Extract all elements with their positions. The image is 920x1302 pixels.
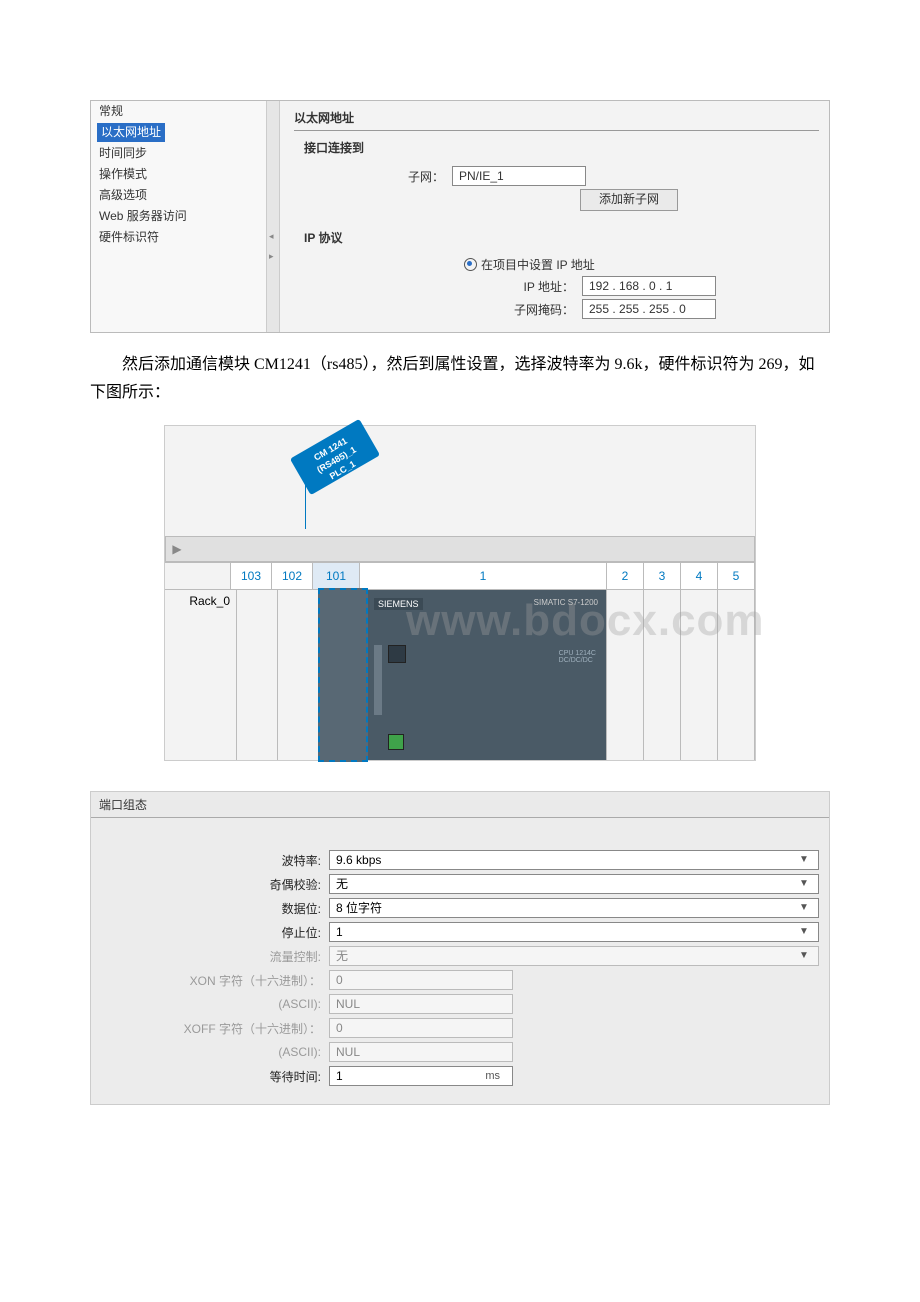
chevron-down-icon: ▼ [796, 923, 812, 941]
slot-5[interactable]: 5 [718, 563, 755, 589]
xoff-ascii-input: NUL [329, 1042, 513, 1062]
toolbar-strip: ▶ [165, 536, 755, 562]
baud-select[interactable]: 9.6 kbps▼ [329, 850, 819, 870]
chevron-down-icon: ▼ [796, 947, 812, 965]
nav-ethernet-address[interactable]: 以太网地址 [97, 123, 165, 142]
ip-address-input[interactable]: 192 . 168 . 0 . 1 [582, 276, 716, 296]
flowcontrol-label: 流量控制: [101, 948, 329, 965]
chevron-down-icon: ▼ [796, 875, 812, 893]
nav-time-sync[interactable]: 时间同步 [91, 143, 266, 164]
port-config-panel: 端口组态 波特率: 9.6 kbps▼ 奇偶校验: 无▼ 数据位: 8 位字符▼ [90, 791, 830, 1105]
rack-label: Rack_0 [165, 590, 237, 760]
databits-label: 数据位: [101, 900, 329, 917]
ip-section-title: IP 协议 [304, 229, 819, 246]
add-subnet-button[interactable]: 添加新子网 [580, 189, 678, 211]
slot-3[interactable]: 3 [644, 563, 681, 589]
set-ip-in-project-radio[interactable] [464, 258, 477, 271]
stopbits-select[interactable]: 1▼ [329, 922, 819, 942]
subnet-select[interactable]: PN/IE_1 [452, 166, 586, 186]
ethernet-settings-content: 以太网地址 接口连接到 子网： PN/IE_1 添加新子网 IP 协议 在项目中… [280, 101, 829, 332]
slot-2[interactable]: 2 [607, 563, 644, 589]
section-title: 以太网地址 [294, 107, 819, 131]
nav-web-access[interactable]: Web 服务器访问 [91, 206, 266, 227]
mask-label: 子网掩码： [294, 301, 582, 318]
interface-title: 接口连接到 [304, 139, 819, 156]
xon-ascii-input: NUL [329, 994, 513, 1014]
xon-ascii-label: (ASCII): [101, 997, 329, 1011]
slot-101[interactable]: 101 [313, 563, 360, 589]
wait-time-input[interactable]: 1 ms [329, 1066, 513, 1086]
subnet-label: 子网： [294, 168, 452, 185]
splitter[interactable]: ◂ ▸ [267, 101, 280, 332]
play-icon[interactable]: ▶ [166, 542, 188, 556]
slot-4[interactable]: 4 [681, 563, 718, 589]
set-ip-in-project-label: 在项目中设置 IP 地址 [481, 256, 595, 273]
wait-time-unit: ms [485, 1067, 506, 1085]
chevron-down-icon: ▼ [796, 851, 812, 869]
slot-102[interactable]: 102 [272, 563, 313, 589]
xoff-ascii-label: (ASCII): [101, 1045, 329, 1059]
nav-general[interactable]: 常规 [91, 101, 266, 122]
rack-diagram: CM 1241 (RS485)_1 PLC_1 ▶ 103 102 101 1 … [164, 425, 756, 761]
nav-op-mode[interactable]: 操作模式 [91, 164, 266, 185]
cm1241-module-selected[interactable] [318, 588, 368, 762]
xon-hex-input: 0 [329, 970, 513, 990]
plc-module[interactable]: www.bdocx.com SIEMENS SIMATIC S7-1200 CP… [366, 590, 607, 760]
cm1241-tag: CM 1241 (RS485)_1 PLC_1 [290, 419, 380, 495]
stopbits-label: 停止位: [101, 924, 329, 941]
tag-connector-line [305, 481, 306, 529]
xon-hex-label: XON 字符（十六进制）： [101, 972, 329, 989]
ip-label: IP 地址： [294, 278, 582, 295]
baud-label: 波特率: [101, 852, 329, 869]
xoff-hex-label: XOFF 字符（十六进制）： [101, 1020, 329, 1037]
ethernet-settings-panel: 常规 以太网地址 时间同步 操作模式 高级选项 Web 服务器访问 硬件标识符 … [90, 100, 830, 333]
slot-header-row: 103 102 101 1 2 3 4 5 [165, 562, 755, 589]
chevron-down-icon: ▼ [796, 899, 812, 917]
nav-hw-id[interactable]: 硬件标识符 [91, 227, 266, 248]
subnet-mask-input[interactable]: 255 . 255 . 255 . 0 [582, 299, 716, 319]
slot-103[interactable]: 103 [231, 563, 272, 589]
parity-select[interactable]: 无▼ [329, 874, 819, 894]
nav-adv-options[interactable]: 高级选项 [91, 185, 266, 206]
plc-brand: SIEMENS [374, 598, 423, 610]
parity-label: 奇偶校验: [101, 876, 329, 893]
wait-time-label: 等待时间: [101, 1068, 329, 1085]
xoff-hex-input: 0 [329, 1018, 513, 1038]
flowcontrol-select: 无▼ [329, 946, 819, 966]
slot-1[interactable]: 1 [360, 563, 607, 589]
port-config-header: 端口组态 [91, 792, 829, 818]
plc-model: SIMATIC S7-1200 [534, 598, 598, 607]
body-paragraph: 然后添加通信模块 CM1241（rs485），然后到属性设置，选择波特率为 9.… [90, 351, 830, 407]
databits-select[interactable]: 8 位字符▼ [329, 898, 819, 918]
nav-tree: 常规 以太网地址 时间同步 操作模式 高级选项 Web 服务器访问 硬件标识符 [91, 101, 267, 332]
